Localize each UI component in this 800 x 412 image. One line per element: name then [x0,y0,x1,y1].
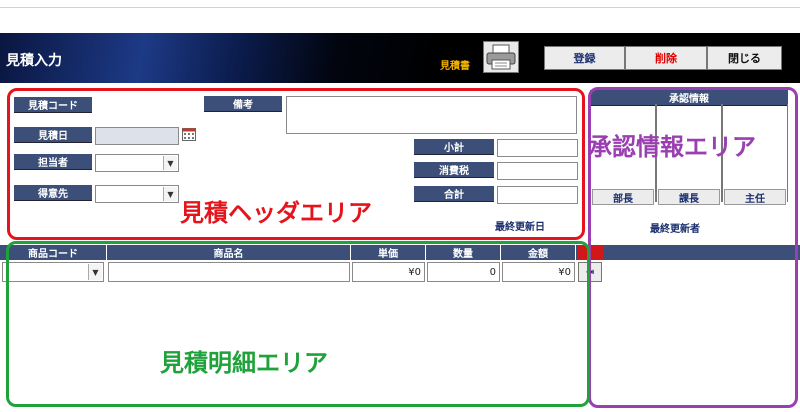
detail-area-label: 見積明細エリア [160,349,328,377]
register-button[interactable]: 登録 [544,46,625,70]
print-button[interactable] [483,41,519,73]
top-divider [0,0,800,8]
approval-area-label: 承認情報エリア [588,133,756,161]
detail-area-outline [6,241,590,407]
printer-icon [486,44,516,70]
header-area-label: 見積ヘッダエリア [180,199,372,227]
close-button[interactable]: 閉じる [707,46,782,70]
estimate-document-label: 見積書 [440,61,470,72]
delete-button[interactable]: 削除 [625,46,707,70]
page-title: 見積入力 [6,53,62,69]
